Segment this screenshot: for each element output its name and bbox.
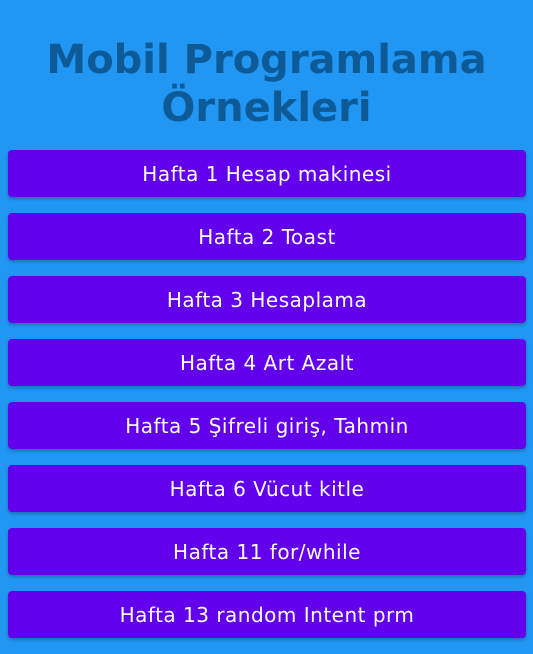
week-5-password-guess-button[interactable]: Hafta 5 Şifreli giriş, Tahmin [8, 402, 526, 449]
week-1-calculator-button[interactable]: Hafta 1 Hesap makinesi [8, 150, 526, 197]
page-title-line-2: Örnekleri [161, 85, 372, 131]
page-title-line-1: Mobil Programlama [46, 37, 487, 83]
week-2-toast-button[interactable]: Hafta 2 Toast [8, 213, 526, 260]
page-title: Mobil Programlama Örnekleri [0, 36, 533, 132]
week-13-random-intent-button[interactable]: Hafta 13 random Intent prm [8, 591, 526, 638]
week-11-loops-button[interactable]: Hafta 11 for/while [8, 528, 526, 575]
week-6-body-mass-button[interactable]: Hafta 6 Vücut kitle [8, 465, 526, 512]
week-3-calculation-button[interactable]: Hafta 3 Hesaplama [8, 276, 526, 323]
week-button-list: Hafta 1 Hesap makinesi Hafta 2 Toast Haf… [8, 150, 526, 654]
week-4-increment-decrement-button[interactable]: Hafta 4 Art Azalt [8, 339, 526, 386]
